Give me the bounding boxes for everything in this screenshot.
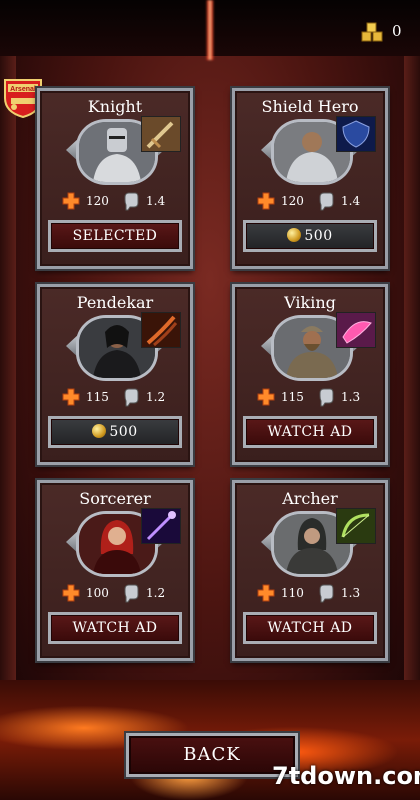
character-name: Viking [284, 293, 336, 312]
power-fist-icon [124, 584, 139, 603]
power-value: 1.3 [341, 586, 361, 600]
price-label: 500 [109, 424, 138, 440]
left-frame [0, 56, 16, 696]
stats-row: 115 1.2 [40, 386, 190, 408]
character-name: Shield Hero [261, 97, 359, 116]
character-card-knight[interactable]: Knight 120 1.4 SELECTED [37, 88, 193, 269]
health-cross-icon [62, 192, 80, 210]
buy-button[interactable]: 500 [48, 416, 182, 448]
health-cross-icon [257, 192, 275, 210]
gold-coins-icon [361, 22, 383, 42]
character-card-pendekar[interactable]: Pendekar 115 1.2 500 [37, 284, 193, 465]
light-beam [206, 0, 214, 60]
power-value: 1.2 [146, 586, 166, 600]
axe-icon [336, 312, 376, 348]
power-fist-icon [124, 192, 139, 211]
health-cross-icon [257, 584, 275, 602]
coin-count: 0 [392, 22, 402, 40]
selected-button[interactable]: SELECTED [48, 220, 182, 252]
stats-row: 110 1.3 [235, 582, 385, 604]
price-label: 500 [304, 228, 333, 244]
power-value: 1.2 [146, 390, 166, 404]
watch-ad-button[interactable]: WATCH AD [48, 612, 182, 644]
shield-icon [336, 116, 376, 152]
stats-row: 100 1.2 [40, 582, 190, 604]
character-card-archer[interactable]: Archer 110 1.3 WATCH AD [232, 480, 388, 661]
character-name: Pendekar [76, 293, 154, 312]
watch-ad-button[interactable]: WATCH AD [243, 416, 377, 448]
power-value: 1.4 [341, 194, 361, 208]
health-cross-icon [62, 584, 80, 602]
bow-icon [336, 508, 376, 544]
health-value: 110 [281, 586, 304, 600]
watermark: 7tdown.com [272, 762, 420, 790]
power-fist-icon [124, 388, 139, 407]
stats-row: 115 1.3 [235, 386, 385, 408]
magic-staff-icon [141, 508, 181, 544]
stats-row: 120 1.4 [235, 190, 385, 212]
health-value: 100 [86, 586, 109, 600]
watch-ad-button[interactable]: WATCH AD [243, 612, 377, 644]
sword-icon [141, 116, 181, 152]
power-fist-icon [319, 192, 334, 211]
character-card-viking[interactable]: Viking 115 1.3 WATCH AD [232, 284, 388, 465]
character-name: Sorcerer [79, 489, 151, 508]
power-value: 1.4 [146, 194, 166, 208]
coin-icon [287, 228, 302, 242]
dual-blades-icon [141, 312, 181, 348]
buy-button[interactable]: 500 [243, 220, 377, 252]
right-frame [404, 56, 420, 696]
coin-icon [92, 424, 107, 438]
power-fist-icon [319, 584, 334, 603]
stats-row: 120 1.4 [40, 190, 190, 212]
health-value: 120 [281, 194, 304, 208]
badge-text: Arsenal [10, 86, 36, 93]
power-value: 1.3 [341, 390, 361, 404]
character-name: Archer [282, 489, 338, 508]
health-value: 115 [86, 390, 109, 404]
health-value: 115 [281, 390, 304, 404]
power-fist-icon [319, 388, 334, 407]
health-cross-icon [62, 388, 80, 406]
character-card-sorcerer[interactable]: Sorcerer 100 1.2 WATCH AD [37, 480, 193, 661]
health-cross-icon [257, 388, 275, 406]
health-value: 120 [86, 194, 109, 208]
character-card-shield-hero[interactable]: Shield Hero 120 1.4 500 [232, 88, 388, 269]
character-name: Knight [87, 97, 143, 116]
